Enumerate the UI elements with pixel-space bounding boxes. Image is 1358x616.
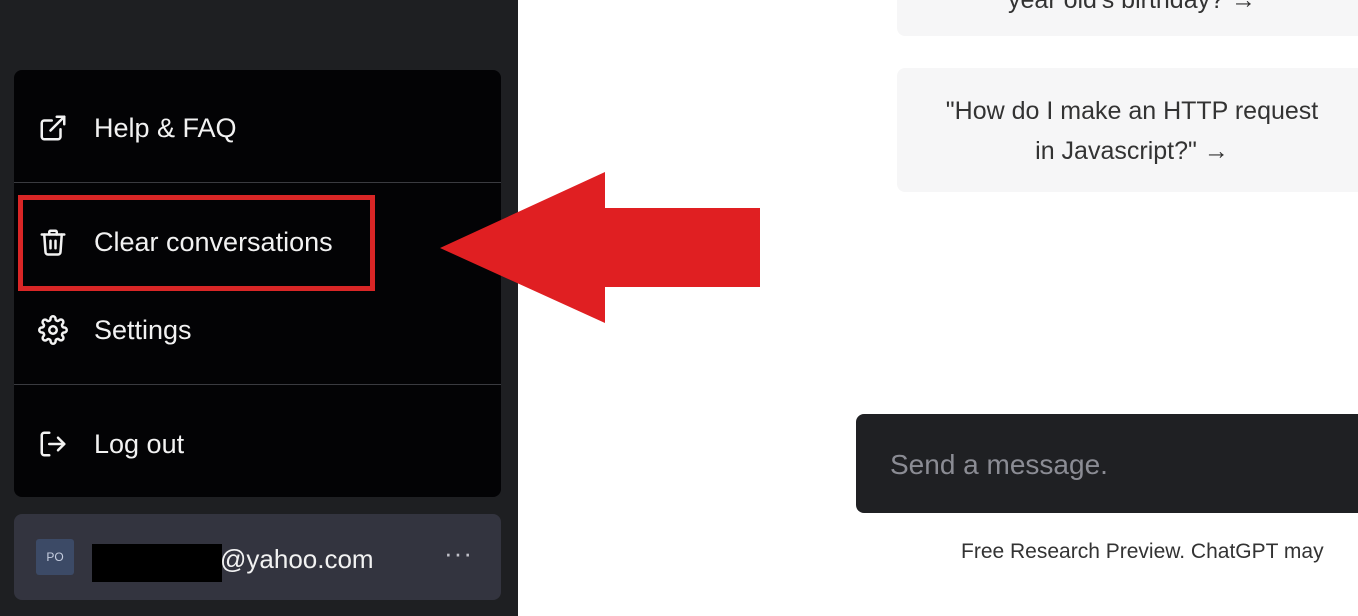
footer-note: Free Research Preview. ChatGPT may bbox=[961, 540, 1324, 563]
menu-item-label: Settings bbox=[94, 314, 192, 345]
menu-divider bbox=[14, 182, 501, 183]
avatar: PO bbox=[36, 539, 74, 575]
message-input[interactable] bbox=[888, 444, 1358, 486]
suggestion-card[interactable]: year old's birthday? → bbox=[897, 0, 1358, 36]
suggestion-text-line: in Javascript?" → bbox=[1035, 137, 1229, 165]
more-options-icon[interactable]: ··· bbox=[444, 538, 473, 569]
external-link-icon bbox=[38, 113, 68, 143]
suggestion-text-line: "How do I make an HTTP request bbox=[945, 97, 1319, 125]
logout-icon bbox=[38, 429, 68, 459]
highlight-box bbox=[18, 195, 375, 291]
red-arrow-annotation bbox=[440, 172, 760, 323]
menu-item-label: Help & FAQ bbox=[94, 112, 237, 143]
gear-icon bbox=[38, 315, 68, 345]
message-composer bbox=[856, 414, 1358, 513]
redacted-email-block bbox=[92, 544, 222, 582]
suggestion-card[interactable]: "How do I make an HTTP request in Javasc… bbox=[897, 68, 1358, 192]
menu-item-label: Log out bbox=[94, 428, 185, 459]
account-button[interactable]: PO @yahoo.com ··· bbox=[14, 514, 501, 600]
menu-item-help-faq[interactable]: Help & FAQ bbox=[14, 98, 501, 158]
suggestion-text: year old's birthday? → bbox=[1008, 0, 1256, 14]
account-email: @yahoo.com bbox=[220, 544, 374, 574]
menu-item-log-out[interactable]: Log out bbox=[14, 414, 501, 474]
menu-item-settings[interactable]: Settings bbox=[14, 300, 501, 360]
menu-divider bbox=[14, 384, 501, 385]
